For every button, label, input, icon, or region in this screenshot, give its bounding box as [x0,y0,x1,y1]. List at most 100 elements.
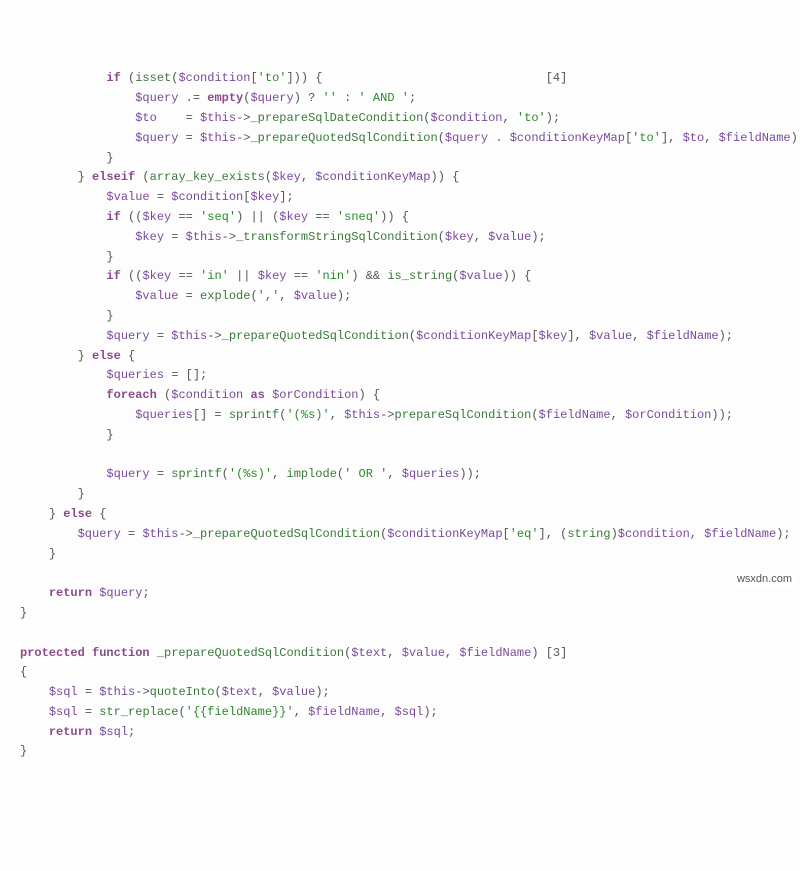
token-var: $conditionKeyMap [416,329,531,343]
token-op: } [78,170,92,184]
token-op: )) { [431,170,460,184]
token-op: ) [531,646,545,660]
token-var: $query [445,131,488,145]
token-var: $condition [171,388,243,402]
token-op: , [279,289,293,303]
token-op: = [150,190,172,204]
token-op: ( [222,467,229,481]
code-line: return $sql; [20,723,780,743]
token-note: [4] [546,71,568,85]
token-op: ); [315,685,329,699]
code-line: $query = $this->_prepareQuotedSqlConditi… [20,327,780,347]
token-op: -> [135,685,149,699]
code-line: } [20,307,780,327]
token-op: , [445,646,459,660]
code-line: $query = $this->_prepareQuotedSqlConditi… [20,129,780,149]
token-var: $query [106,329,149,343]
code-line [20,446,780,466]
code-line: } [20,742,780,762]
token-var: $sql [49,685,78,699]
token-var: $value [589,329,632,343]
code-line: $value = $condition[$key]; [20,188,780,208]
token-op: ); [531,230,545,244]
token-op: ( [121,71,135,85]
token-op: , [632,329,646,343]
token-func: implode [287,467,337,481]
token-var: $value [106,190,149,204]
token-op [85,646,92,660]
token-op: ]; [279,190,293,204]
token-op: [ [250,71,257,85]
code-line: $sql = $this->quoteInto($text, $value); [20,683,780,703]
token-op: ( [135,170,149,184]
code-line: } else { [20,505,780,525]
token-op: , [690,527,704,541]
token-op: } [106,250,113,264]
token-kw: return [49,725,92,739]
token-str: 'to' [258,71,287,85]
token-func: str_replace [99,705,178,719]
token-op: ], ( [539,527,568,541]
token-func: isset [135,71,171,85]
token-var: $to [135,111,157,125]
token-kw: elseif [92,170,135,184]
token-var: $orCondition [625,408,711,422]
token-op: { [121,349,135,363]
token-var: $query [106,467,149,481]
token-op: , [294,705,308,719]
token-op: } [49,507,63,521]
token-op: , [301,170,315,184]
token-var: $key [258,269,287,283]
token-op: } [49,547,56,561]
token-var: $query [135,131,178,145]
token-op: , [330,408,344,422]
token-op: ( [250,289,257,303]
token-op: ); [719,329,733,343]
token-var: $fieldName [647,329,719,343]
token-op: = [78,705,100,719]
code-line [20,564,780,584]
token-op: : [337,91,359,105]
token-op: ; [142,586,149,600]
token-op [150,646,157,660]
token-var: $sql [49,705,78,719]
token-op: ); [791,131,800,145]
token-op: -> [178,527,192,541]
token-str: 'sneq' [337,210,380,224]
code-line: foreach ($condition as $orCondition) { [20,386,780,406]
token-kw: foreach [106,388,156,402]
token-var: $queries [135,408,193,422]
token-func: _prepareQuotedSqlCondition [157,646,344,660]
token-var: $this [99,685,135,699]
token-op: .= [178,91,207,105]
token-func: _prepareQuotedSqlCondition [222,329,409,343]
token-op: (( [121,269,143,283]
token-op: = [78,685,100,699]
token-op: (( [121,210,143,224]
token-var: $fieldName [539,408,611,422]
token-var: $key [142,269,171,283]
token-str: 'to' [632,131,661,145]
token-func: prepareSqlCondition [395,408,532,422]
token-var: $text [351,646,387,660]
token-var: $key [135,230,164,244]
token-var: $value [459,269,502,283]
token-op: = [150,329,172,343]
token-op: , [380,705,394,719]
token-op: ( [531,408,538,422]
token-var: $queries [402,467,460,481]
token-var: $value [272,685,315,699]
code-line: $query = sprintf('(%s)', implode(' OR ',… [20,465,780,485]
token-op: )); [459,467,481,481]
token-str: 'to' [517,111,546,125]
token-op: , [611,408,625,422]
token-str: '' [323,91,337,105]
token-op: ) { [359,388,381,402]
token-op: ; [128,725,135,739]
code-line: if (isset($condition['to'])) { [4] [20,69,780,89]
code-line [20,624,780,644]
token-str: 'nin' [315,269,351,283]
code-line: } [20,248,780,268]
token-var: $condition [178,71,250,85]
token-func: explode [200,289,250,303]
